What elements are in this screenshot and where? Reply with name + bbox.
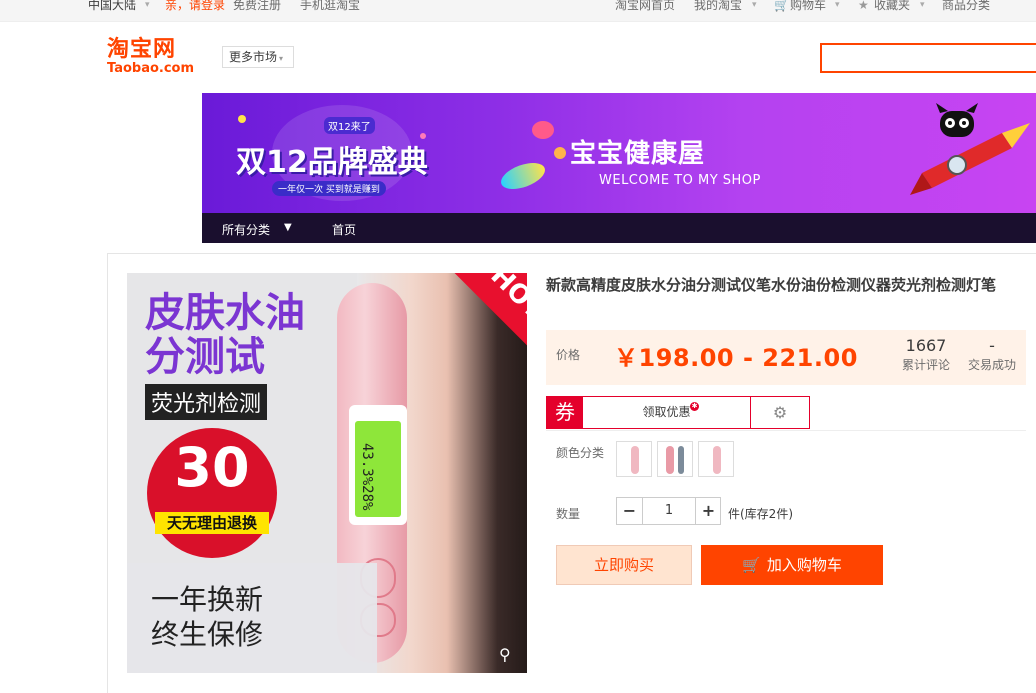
chevron-down-icon: ▾ bbox=[145, 0, 150, 10]
zoom-icon[interactable]: ⚲ bbox=[499, 645, 511, 664]
promo-badge: 双12来了 双12品牌盛典 一年仅一次 买到就是赚到 bbox=[232, 105, 432, 201]
logo-text-cn: 淘宝网 bbox=[107, 37, 177, 62]
price-panel: 价格 ￥198.00 - 221.00 1667 累计评论 - 交易成功 bbox=[546, 330, 1026, 385]
image-subheadline: 荧光剂检测 bbox=[145, 384, 268, 420]
deals-stat: - 交易成功 bbox=[964, 336, 1020, 374]
chevron-down-icon: ▾ bbox=[279, 54, 284, 63]
decor-blob bbox=[554, 147, 566, 159]
warranty-line-1: 一年换新 bbox=[151, 583, 264, 616]
quantity-decrease-button[interactable]: − bbox=[617, 498, 643, 524]
section-divider bbox=[546, 430, 1026, 431]
buy-now-button[interactable]: 立即购买 bbox=[556, 545, 692, 585]
warranty-line-2: 终生保修 bbox=[151, 618, 264, 651]
cart-link[interactable]: 购物车 bbox=[790, 0, 826, 11]
product-main-image[interactable]: 43.3%28% 皮肤水油 分测试 荧光剂检测 30 天无理由退换 一年换新 终… bbox=[127, 273, 527, 673]
add-to-cart-label: 加入购物车 bbox=[766, 556, 842, 574]
return-days: 30 bbox=[174, 436, 250, 499]
get-coupon-button[interactable]: 领取优惠 bbox=[583, 397, 751, 428]
shop-nav: 所有分类 ▼ 首页 bbox=[202, 213, 1036, 243]
categories-link[interactable]: 商品分类 bbox=[942, 0, 990, 11]
price-range: ￥198.00 - 221.00 bbox=[614, 344, 858, 372]
quantity-stepper: − 1 + bbox=[616, 497, 721, 525]
decor-dot bbox=[420, 133, 426, 139]
reviews-label: 累计评论 bbox=[901, 358, 950, 372]
logo-text-en: Taobao.com bbox=[107, 61, 195, 76]
taobao-home-link[interactable]: 淘宝网首页 bbox=[615, 0, 675, 11]
color-label: 颜色分类 bbox=[556, 446, 605, 460]
color-swatch[interactable] bbox=[657, 441, 693, 477]
color-swatch[interactable] bbox=[616, 441, 652, 477]
decor-blob bbox=[532, 121, 554, 139]
quantity-label: 数量 bbox=[556, 507, 581, 521]
return-badge: 30 天无理由退换 bbox=[147, 428, 277, 558]
taobao-logo[interactable]: 淘宝网 Taobao.com bbox=[107, 38, 203, 78]
chevron-down-icon: ▾ bbox=[920, 0, 925, 10]
color-swatch[interactable] bbox=[698, 441, 734, 477]
caret-down-icon: ▼ bbox=[284, 222, 292, 233]
promo-small-text: 双12来了 bbox=[324, 117, 375, 134]
reviews-count: 1667 bbox=[905, 336, 947, 355]
decor-dot bbox=[238, 115, 246, 123]
deals-count: - bbox=[989, 336, 995, 355]
return-text: 天无理由退换 bbox=[155, 512, 269, 534]
favorites-link[interactable]: 收藏夹 bbox=[874, 0, 910, 11]
swatch-thumbnail bbox=[678, 446, 684, 474]
quantity-increase-button[interactable]: + bbox=[695, 498, 721, 524]
swatch-thumbnail bbox=[713, 446, 721, 474]
swatch-thumbnail bbox=[631, 446, 639, 474]
mobile-taobao-link[interactable]: 手机逛淘宝 bbox=[300, 0, 360, 11]
coupon-icon: 券 bbox=[547, 397, 583, 428]
coupon-bar[interactable]: 券 领取优惠 ✱ ⚙ bbox=[546, 396, 810, 429]
shop-banner: 双12来了 双12品牌盛典 一年仅一次 买到就是赚到 宝宝健康屋 WELCOME… bbox=[202, 93, 1036, 213]
chevron-down-icon: ▾ bbox=[835, 0, 840, 10]
promo-title: 双12品牌盛典 bbox=[236, 145, 428, 180]
more-market-dropdown[interactable]: 更多市场 ▾ bbox=[222, 46, 294, 68]
all-categories-link[interactable]: 所有分类 bbox=[222, 221, 270, 238]
cart-icon: 🛒 bbox=[742, 556, 761, 574]
reviews-stat[interactable]: 1667 累计评论 bbox=[896, 336, 956, 374]
image-headline-2: 分测试 bbox=[145, 334, 265, 380]
login-link[interactable]: 亲，请登录 bbox=[165, 0, 225, 11]
image-headline-1: 皮肤水油 bbox=[145, 290, 305, 336]
promo-tagline: 一年仅一次 买到就是赚到 bbox=[272, 181, 386, 196]
cart-icon: 🛒 bbox=[774, 0, 789, 12]
star-icon: ★ bbox=[858, 0, 869, 12]
search-input[interactable] bbox=[820, 43, 1036, 73]
rocket-cat-icon bbox=[910, 103, 1030, 195]
region-selector[interactable]: 中国大陆 bbox=[88, 0, 136, 11]
swatch-thumbnail bbox=[666, 446, 674, 474]
stock-text: 件(库存2件) bbox=[728, 507, 793, 521]
welcome-text: WELCOME TO MY SHOP bbox=[599, 173, 761, 188]
more-market-label: 更多市场 bbox=[229, 50, 278, 64]
my-taobao-link[interactable]: 我的淘宝 bbox=[694, 0, 742, 11]
chevron-down-icon: ▾ bbox=[752, 0, 757, 10]
quantity-input[interactable]: 1 bbox=[643, 498, 695, 524]
deals-label: 交易成功 bbox=[967, 358, 1016, 372]
product-title: 新款高精度皮肤水分油分测试仪笔水份油份检测仪器荧光剂检测灯笔 bbox=[546, 276, 997, 294]
add-to-cart-button[interactable]: 🛒 加入购物车 bbox=[701, 545, 883, 585]
price-label: 价格 bbox=[556, 348, 581, 362]
register-link[interactable]: 免费注册 bbox=[233, 0, 281, 11]
lcd-reading: 43.3%28% bbox=[359, 443, 375, 511]
shop-name: 宝宝健康屋 bbox=[570, 139, 706, 169]
shop-home-link[interactable]: 首页 bbox=[332, 221, 356, 238]
top-bar: 中国大陆 ▾ 亲，请登录 免费注册 手机逛淘宝 淘宝网首页 我的淘宝 ▾ 🛒 购… bbox=[0, 0, 1036, 22]
decor-blob bbox=[497, 157, 549, 195]
gear-icon[interactable]: ⚙ bbox=[751, 397, 809, 428]
new-badge-icon: ✱ bbox=[690, 402, 699, 411]
